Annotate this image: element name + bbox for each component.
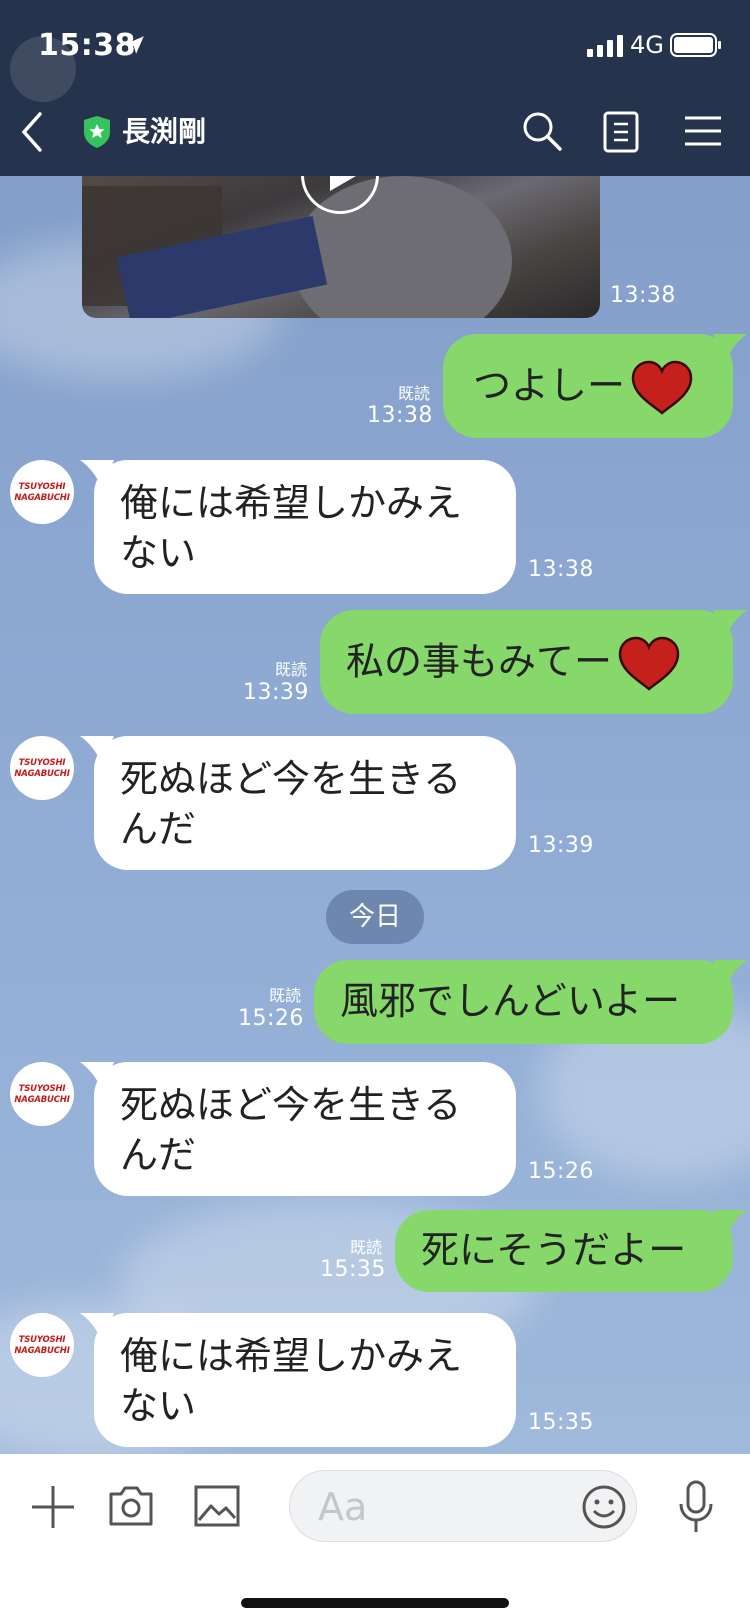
read-receipt: 既読 xyxy=(398,384,431,403)
message-time: 15:26 xyxy=(528,1159,594,1184)
sent-message-bubble[interactable]: 死にそうだよー xyxy=(395,1210,747,1292)
search-button[interactable] xyxy=(520,109,564,153)
heart-icon xyxy=(618,636,680,691)
camera-button[interactable] xyxy=(107,1484,155,1528)
received-message-bubble[interactable]: 死ぬほど今を生きる んだ xyxy=(80,736,516,870)
contact-avatar[interactable]: TSUYOSHI NAGABUCHI xyxy=(10,1062,74,1126)
received-message-bubble[interactable]: 俺には希望しかみえ ない xyxy=(80,1313,516,1447)
message-input-bar xyxy=(0,1454,750,1624)
message-time: 13:38 xyxy=(610,283,676,308)
contact-avatar[interactable]: TSUYOSHI NAGABUCHI xyxy=(10,1313,74,1377)
add-button[interactable] xyxy=(30,1484,76,1530)
message-text-line: 死ぬほど今を生きる xyxy=(120,1083,462,1127)
battery-icon xyxy=(670,33,721,57)
date-separator: 今日 xyxy=(326,890,424,944)
home-indicator[interactable] xyxy=(241,1598,509,1608)
bubble-tail xyxy=(80,1062,114,1090)
back-button[interactable] xyxy=(14,106,54,158)
message-time: 13:39 xyxy=(243,680,309,705)
location-arrow-icon xyxy=(126,36,144,54)
chat-header: 15:38 4G 長渕剛 xyxy=(0,0,750,176)
message-time: 13:38 xyxy=(367,403,433,428)
read-receipt: 既読 xyxy=(350,1238,383,1257)
message-text-field[interactable] xyxy=(316,1481,540,1533)
signal-icon xyxy=(587,35,623,57)
message-text: 風邪でしんどいよー xyxy=(340,979,681,1023)
message-time: 15:35 xyxy=(320,1257,386,1282)
chat-title: 長渕剛 xyxy=(122,115,207,148)
read-receipt: 既読 xyxy=(275,660,308,679)
image-button[interactable] xyxy=(193,1484,241,1528)
message-text-line: んだ xyxy=(120,1133,197,1177)
bubble-tail xyxy=(80,460,114,488)
nav-bar: 長渕剛 xyxy=(0,96,750,174)
message-text-line: んだ xyxy=(120,807,197,851)
sent-message-bubble[interactable]: つよしー xyxy=(443,334,747,438)
read-receipt: 既読 xyxy=(269,986,302,1005)
message-text-line: ない xyxy=(120,1384,197,1428)
menu-button[interactable] xyxy=(683,114,723,148)
message-text-line: ない xyxy=(120,531,197,575)
message-text: つよしー xyxy=(473,363,626,408)
status-bar: 15:38 4G xyxy=(0,0,750,88)
message-time: 13:39 xyxy=(528,833,594,858)
message-text: 私の事もみてー xyxy=(346,639,613,684)
contact-avatar[interactable]: TSUYOSHI NAGABUCHI xyxy=(10,736,74,800)
emoji-button[interactable] xyxy=(580,1483,628,1531)
microphone-button[interactable] xyxy=(678,1480,714,1534)
bubble-tail xyxy=(713,334,747,362)
heart-icon xyxy=(631,360,693,415)
message-time: 15:26 xyxy=(238,1006,304,1031)
sent-message-bubble[interactable]: 私の事もみてー xyxy=(320,610,747,714)
bubble-tail xyxy=(713,1210,747,1238)
message-input[interactable] xyxy=(289,1470,637,1542)
bubble-tail xyxy=(713,610,747,638)
bubble-tail xyxy=(80,1313,114,1341)
contact-avatar[interactable]: TSUYOSHI NAGABUCHI xyxy=(10,460,74,524)
bubble-tail xyxy=(713,960,747,988)
status-time: 15:38 xyxy=(38,28,136,63)
received-message-bubble[interactable]: 死ぬほど今を生きる んだ xyxy=(80,1062,516,1196)
message-text-line: 俺には希望しかみえ xyxy=(120,1334,463,1378)
notes-button[interactable] xyxy=(603,111,639,153)
bubble-tail xyxy=(80,736,114,764)
received-message-bubble[interactable]: 俺には希望しかみえ ない xyxy=(80,460,516,594)
message-text-line: 俺には希望しかみえ xyxy=(120,481,463,525)
message-text-line: 死ぬほど今を生きる xyxy=(120,757,462,801)
message-text: 死にそうだよー xyxy=(421,1228,687,1272)
message-time: 15:35 xyxy=(528,1410,594,1435)
official-shield-icon xyxy=(84,116,110,148)
sent-message-bubble[interactable]: 風邪でしんどいよー xyxy=(314,960,747,1044)
network-type: 4G xyxy=(630,31,664,59)
message-time: 13:38 xyxy=(528,557,594,582)
